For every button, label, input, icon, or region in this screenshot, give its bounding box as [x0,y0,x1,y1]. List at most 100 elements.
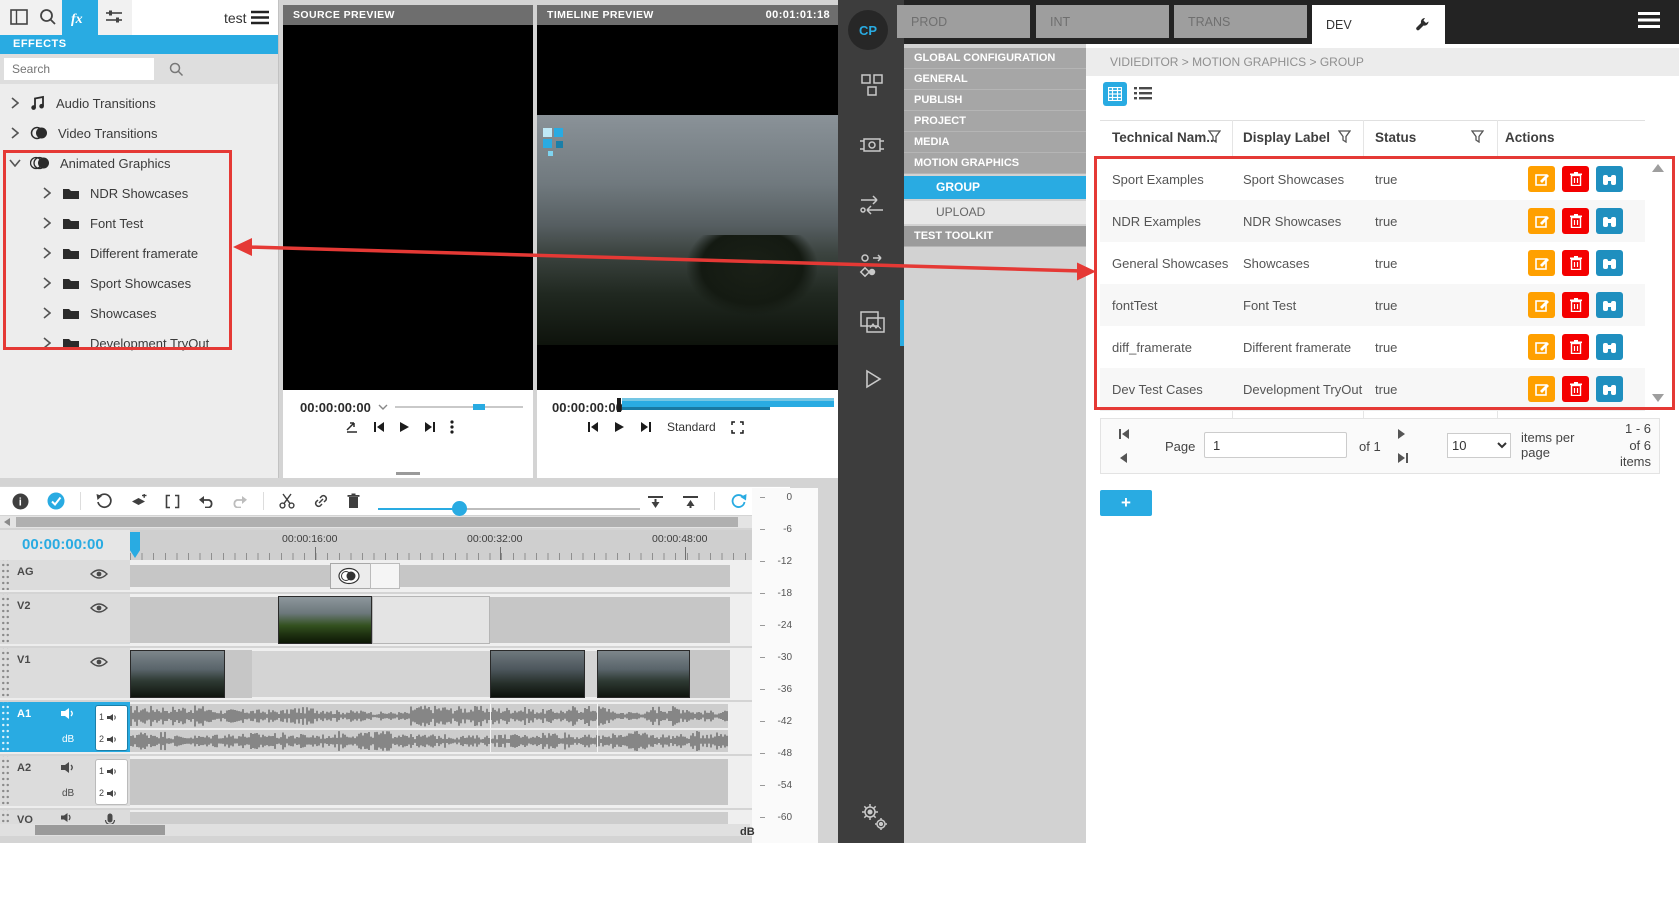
tab-trans[interactable]: TRANS [1174,5,1307,38]
delete-button[interactable] [1562,292,1589,318]
hscroll-thumb[interactable] [16,517,738,527]
bottom-scroll-thumb[interactable] [35,825,165,835]
delete-button[interactable] [1562,208,1589,234]
clip-segment[interactable] [690,650,730,698]
nav-test-toolkit[interactable]: TEST TOOLKIT [904,226,1086,247]
speaker-icon[interactable] [107,713,118,722]
tree-item-label[interactable]: Different framerate [90,246,198,261]
next-frame-icon[interactable] [424,421,436,433]
next-frame-icon[interactable] [640,421,652,433]
chevron-right-icon[interactable] [40,307,54,319]
eye-icon[interactable] [90,568,108,580]
search-input[interactable] [4,61,169,77]
track-header-ag[interactable]: AG [0,560,130,592]
cut-icon[interactable] [279,493,295,509]
preview-binoculars-button[interactable] [1596,250,1623,276]
circuit-icon[interactable] [859,132,885,158]
last-page-icon[interactable] [1397,453,1408,463]
history-undo-icon[interactable] [96,493,112,509]
lift-icon[interactable] [647,494,664,509]
first-page-icon[interactable] [1119,429,1130,439]
edit-button[interactable] [1528,166,1555,192]
play-icon[interactable] [614,421,625,433]
tree-item-different-framerate[interactable]: Different framerate [40,238,310,268]
more-options-icon[interactable] [450,420,454,434]
db-label[interactable]: dB [62,788,74,799]
db-label[interactable]: dB [62,734,74,745]
tab-prod[interactable]: PROD [897,5,1030,38]
loop-icon[interactable] [730,493,747,509]
timeline-ruler[interactable]: 00:00:16:00 00:00:32:00 00:00:48:00 [130,530,770,560]
track-drag-handle[interactable] [0,560,9,590]
clip-video-thumbnail[interactable] [597,650,690,698]
timeline-preview-video[interactable] [537,25,838,390]
column-header-display-label[interactable]: Display Label [1243,130,1330,145]
edit-button[interactable] [1528,334,1555,360]
speaker-icon[interactable] [60,761,76,774]
search-icon[interactable] [169,62,184,77]
player-icon[interactable] [859,366,885,392]
audio-waveform[interactable] [130,704,728,728]
column-header-actions[interactable]: Actions [1505,130,1555,145]
scroll-left-icon[interactable] [3,518,10,526]
filter-icon[interactable] [1208,130,1221,143]
speaker-icon[interactable] [107,789,118,798]
tree-item-audio-transitions[interactable]: Audio Transitions [8,88,278,118]
filter-icon[interactable] [1338,130,1351,143]
nav-publish[interactable]: PUBLISH [904,90,1086,111]
chevron-right-icon[interactable] [40,337,54,349]
tree-item-label[interactable]: NDR Showcases [90,186,188,201]
table-row[interactable]: Dev Test CasesDevelopment TryOuttrue [1100,368,1645,411]
nav-media[interactable]: MEDIA [904,132,1086,153]
media-frames-icon[interactable] [859,308,887,336]
source-preview-video[interactable] [283,25,533,390]
table-scroll-down-icon[interactable] [1652,394,1664,402]
tree-item-sport-showcases[interactable]: Sport Showcases [40,268,310,298]
table-row[interactable]: diff_framerateDifferent frameratetrue [1100,326,1645,369]
assets-cubes-icon[interactable] [859,72,885,98]
prev-page-icon[interactable] [1119,453,1128,463]
filter-icon[interactable] [1471,130,1484,143]
track-header-v2[interactable]: V2 [0,594,130,646]
workflow-icon[interactable] [859,192,885,218]
speaker-icon[interactable] [107,735,118,744]
table-row[interactable]: fontTestFont Testtrue [1100,284,1645,327]
nav-global-configuration[interactable]: GLOBAL CONFIGURATION [904,48,1086,69]
speaker-icon[interactable] [60,707,76,720]
media-panel-icon[interactable] [10,9,28,25]
panel-resize-handle[interactable] [396,472,420,475]
preview-binoculars-button[interactable] [1596,376,1623,402]
speaker-icon[interactable] [107,767,118,776]
track-header-a1[interactable]: A1 dB 1 2 [0,702,130,754]
prev-frame-icon[interactable] [587,421,599,433]
quality-selector[interactable]: Standard [667,420,716,434]
tree-item-label[interactable]: Showcases [90,306,156,321]
delete-button[interactable] [1562,166,1589,192]
delete-button[interactable] [1562,250,1589,276]
table-scroll-up-icon[interactable] [1652,164,1664,172]
tree-item-label[interactable]: Audio Transitions [56,96,156,111]
track-header-v1[interactable]: V1 [0,648,130,700]
tree-item-development-tryout[interactable]: Development TryOut [40,328,310,358]
tree-item-label[interactable]: Video Transitions [58,126,158,141]
track-drag-handle[interactable] [0,756,9,806]
delete-icon[interactable] [347,493,360,509]
track-drag-handle[interactable] [0,702,9,752]
play-icon[interactable] [399,421,410,433]
tab-dev[interactable]: DEV [1312,5,1445,44]
timeline-progress-sub[interactable] [622,407,770,410]
preview-binoculars-button[interactable] [1596,334,1623,360]
tree-item-label[interactable]: Animated Graphics [60,156,171,171]
prev-frame-icon[interactable] [373,421,385,433]
edit-button[interactable] [1528,376,1555,402]
timeline-bottom-scrollbar[interactable] [0,824,750,836]
gears-icon[interactable] [859,800,889,832]
next-page-icon[interactable] [1397,429,1406,439]
source-scrub-thumb[interactable] [473,404,485,410]
main-menu-icon[interactable] [1637,11,1661,29]
clip-video-thumbnail[interactable] [490,650,585,698]
clip-segment[interactable] [372,596,490,644]
edit-button[interactable] [1528,292,1555,318]
nodes-icon[interactable] [859,252,885,278]
preview-binoculars-button[interactable] [1596,292,1623,318]
